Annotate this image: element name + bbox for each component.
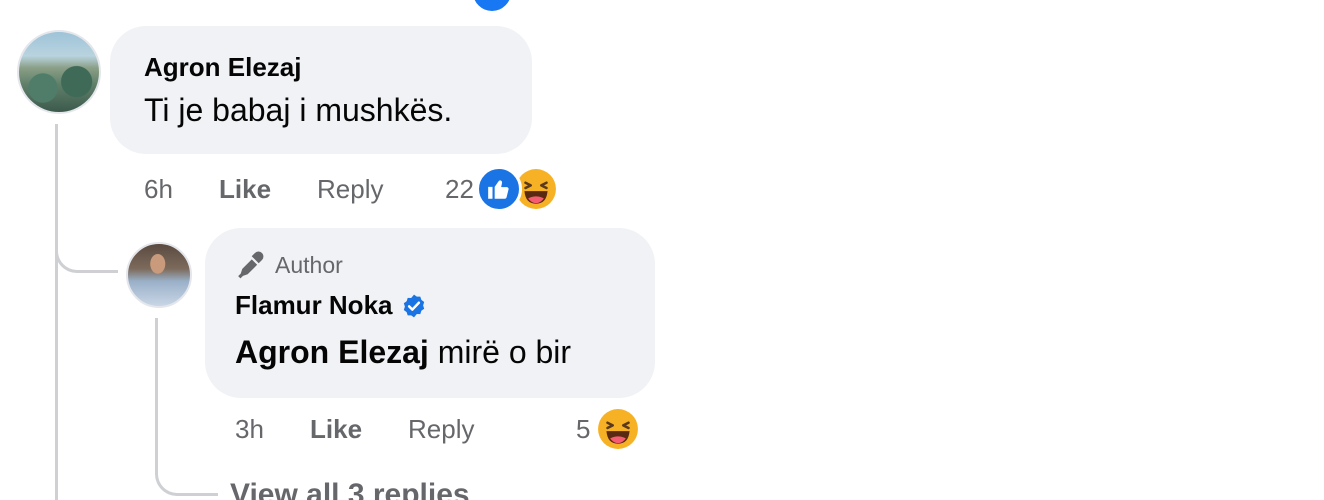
avatar[interactable]: [126, 242, 192, 308]
comment-body: mirë o bir: [437, 334, 572, 370]
comment-text: Ti je babaj i mushkës.: [144, 92, 453, 128]
comment-timestamp[interactable]: 3h: [235, 414, 310, 445]
like-icon: [475, 166, 522, 212]
reaction-icons[interactable]: [592, 405, 643, 453]
comment-author-row: Flamur Noka: [235, 290, 427, 321]
comment-timestamp[interactable]: 6h: [144, 174, 219, 205]
reaction-count[interactable]: 22: [445, 174, 474, 205]
like-icon: [470, 0, 514, 14]
previous-comment-reactions: [470, 0, 514, 14]
comment-text: Agron Elezaj mirë o bir: [235, 334, 571, 371]
thread-connector: [55, 200, 118, 273]
mention-link[interactable]: Agron Elezaj: [235, 334, 429, 370]
comment-author[interactable]: Flamur Noka: [235, 290, 393, 321]
reaction-count[interactable]: 5: [576, 414, 590, 445]
avatar[interactable]: [17, 30, 101, 114]
reply-button[interactable]: Reply: [317, 174, 445, 205]
comment-bubble: Agron Elezaj Ti je babaj i mushkës.: [110, 26, 532, 154]
comment-author[interactable]: Agron Elezaj: [144, 52, 301, 83]
like-button[interactable]: Like: [219, 174, 317, 205]
comment-actions: 6h Like Reply 22: [144, 165, 560, 213]
comment-actions: 3h Like Reply 5: [235, 405, 643, 453]
comment-thread: Agron Elezaj Ti je babaj i mushkës. 6h L…: [0, 0, 1324, 500]
reaction-icons[interactable]: [475, 165, 560, 213]
microphone-icon: [238, 251, 264, 279]
author-badge: Author: [233, 248, 343, 282]
comment-bubble: Author Flamur Noka Agron Elezaj mirë o b…: [205, 228, 655, 398]
reply-button[interactable]: Reply: [408, 414, 576, 445]
view-replies-link[interactable]: View all 3 replies: [230, 478, 470, 500]
author-badge-label: Author: [275, 251, 343, 278]
haha-icon: [594, 405, 643, 453]
verified-badge-icon: [403, 294, 424, 317]
like-button[interactable]: Like: [310, 414, 408, 445]
thread-line: [55, 124, 58, 500]
